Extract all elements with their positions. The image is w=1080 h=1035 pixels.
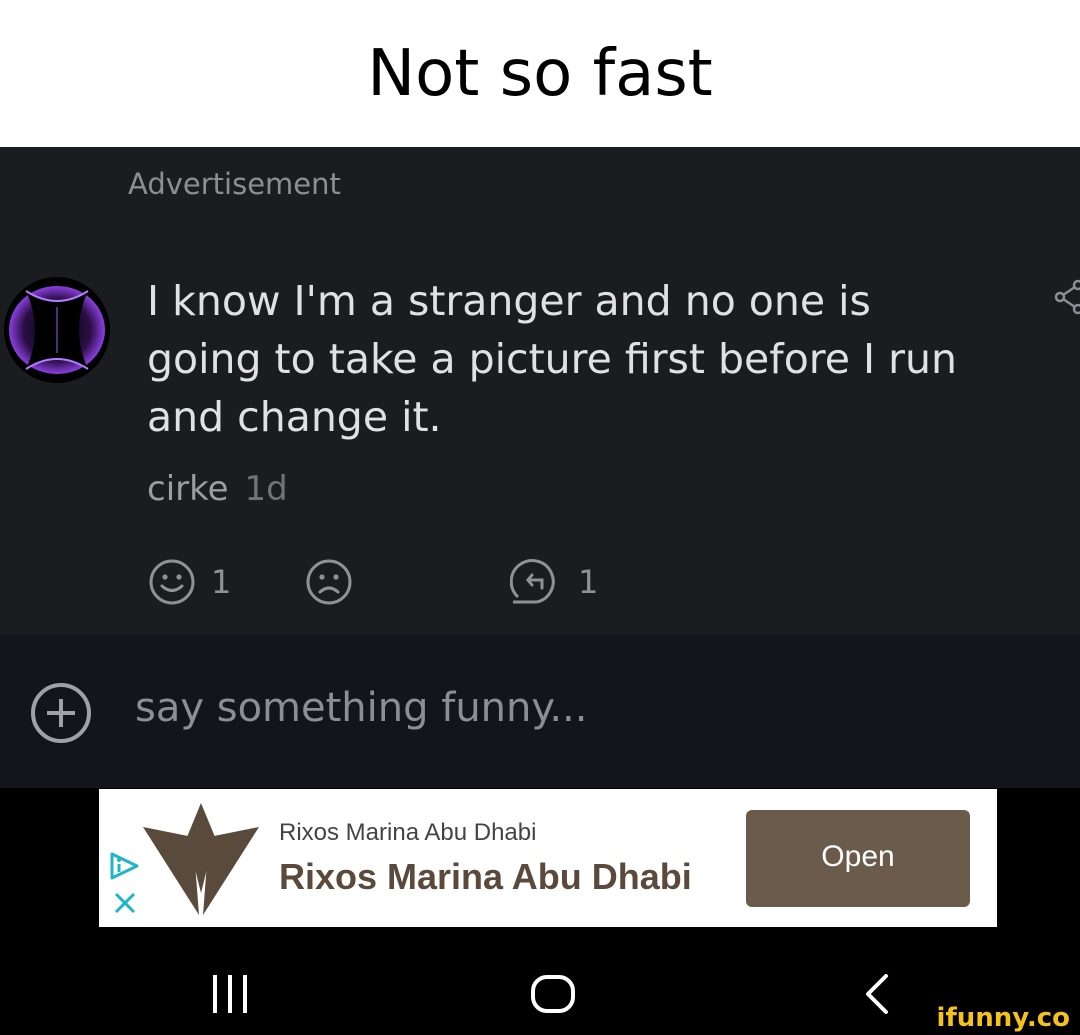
frown-action[interactable] (304, 557, 354, 607)
adchoices-icon[interactable] (109, 851, 141, 886)
rixos-logo-icon (143, 801, 259, 921)
smile-action[interactable]: 1 (147, 557, 231, 607)
system-nav-bar: ifunny.co (0, 930, 1080, 1035)
back-chevron-icon[interactable] (862, 973, 892, 1015)
comment-time: 1d (244, 469, 288, 509)
home-icon[interactable] (530, 974, 576, 1014)
caption-title: Not so fast (367, 36, 713, 111)
comment-composer[interactable]: say something funny... (0, 635, 1080, 788)
ad-banner-bar: Rixos Marina Abu Dhabi Rixos Marina Abu … (0, 788, 1080, 930)
ad-close-icon[interactable] (113, 891, 137, 920)
advertisement-label: Advertisement (128, 167, 341, 201)
recent-apps-button[interactable] (210, 973, 250, 1020)
home-button[interactable] (530, 974, 576, 1019)
comment-text: I know I'm a stranger and no one is goin… (147, 277, 957, 441)
recent-apps-icon[interactable] (210, 973, 250, 1015)
ad-banner[interactable]: Rixos Marina Abu Dhabi Rixos Marina Abu … (99, 789, 997, 927)
ifunny-watermark: ifunny.co (936, 1003, 1070, 1033)
ad-open-button[interactable]: Open (746, 810, 970, 907)
ad-advertiser: Rixos Marina Abu Dhabi (279, 819, 537, 846)
plus-circle-icon[interactable] (30, 682, 92, 744)
frown-icon[interactable] (304, 557, 354, 607)
back-button[interactable] (862, 973, 892, 1020)
comment-input[interactable]: say something funny... (135, 685, 587, 731)
reply-icon[interactable] (510, 555, 564, 609)
ad-headline: Rixos Marina Abu Dhabi (279, 856, 692, 897)
user-avatar[interactable] (4, 277, 110, 383)
reply-action[interactable]: 1 (510, 557, 598, 607)
add-attachment-button[interactable] (30, 682, 92, 749)
smile-icon[interactable] (147, 557, 197, 607)
comment-meta: cirke 1d (147, 469, 288, 509)
username[interactable]: cirke (147, 469, 229, 509)
caption-header: Not so fast (0, 0, 1080, 147)
comment-post: Advertisement I know I'm a stranger and … (0, 147, 1080, 635)
reply-count: 1 (578, 563, 599, 601)
share-icon[interactable] (1050, 277, 1080, 317)
smile-count: 1 (211, 563, 232, 601)
